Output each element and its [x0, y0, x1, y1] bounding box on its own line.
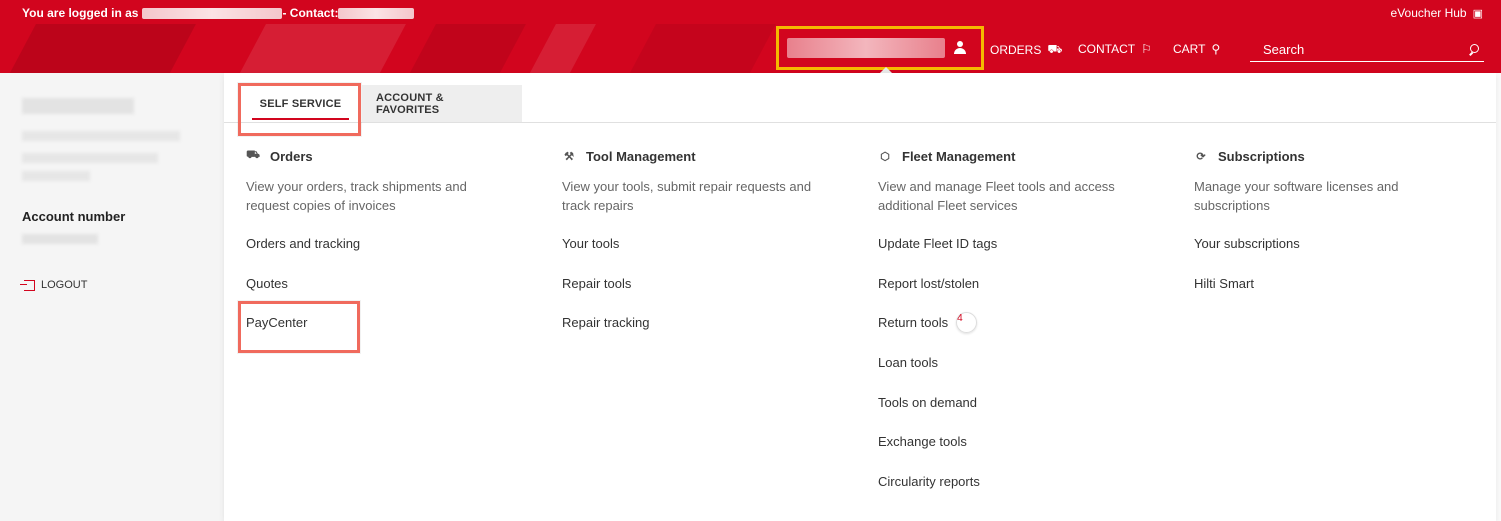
orders-description: View your orders, track shipments and re… [246, 179, 467, 213]
search-icon[interactable] [1468, 43, 1480, 56]
menu-item-exchange-tools[interactable]: Exchange tools [878, 434, 1178, 474]
account-dropdown-panel: SELF SERVICE ACCOUNT & FAVORITES ⛟ Order… [224, 73, 1496, 521]
menu-item-tools-on-demand[interactable]: Tools on demand [878, 395, 1178, 435]
nav-orders-label: ORDERS [990, 43, 1042, 57]
fleet-management-title: Fleet Management [902, 148, 1016, 164]
account-number-label: Account number [22, 209, 126, 224]
nav-contact[interactable]: CONTACT ⚐ [1078, 42, 1152, 56]
redacted-contact [338, 7, 415, 19]
top-info-bar: You are logged in as - Contact: eVoucher… [0, 0, 1501, 24]
search-input[interactable]: Search [1263, 42, 1304, 57]
search-field[interactable]: Search [1250, 38, 1484, 62]
nav-orders[interactable]: ORDERS ⛟ [990, 42, 1062, 58]
menu-item-circularity-reports[interactable]: Circularity reports [878, 474, 1178, 514]
logout-label: LOGOUT [41, 279, 88, 291]
highlight-self-service-tab [238, 83, 361, 136]
contact-text: - Contact: [282, 6, 339, 20]
menu-item-repair-tools[interactable]: Repair tools [562, 276, 862, 316]
tab-divider [224, 122, 1496, 123]
redacted-customer-name [22, 98, 134, 114]
redacted-account-name [787, 38, 945, 58]
return-tools-count-badge: 4 [956, 312, 978, 334]
fleet-management-column: ⬡ Fleet Management View and manage Fleet… [878, 147, 1178, 514]
logout-icon [20, 279, 35, 291]
tab-account-favorites-label: ACCOUNT & FAVORITES [376, 91, 444, 116]
login-status: You are logged in as - Contact: [22, 6, 415, 20]
menu-item-orders-tracking[interactable]: Orders and tracking [246, 236, 546, 276]
fleet-management-heading: ⬡ Fleet Management [878, 147, 1178, 165]
tool-management-description: View your tools, submit repair requests … [562, 179, 812, 213]
tool-management-title: Tool Management [586, 148, 696, 164]
subscriptions-title: Subscriptions [1218, 148, 1305, 164]
user-icon [953, 41, 967, 55]
evoucher-hub-link[interactable]: eVoucher Hub ▣ [1391, 6, 1483, 20]
tool-management-column: ⚒ Tool Management View your tools, submi… [562, 147, 862, 355]
menu-item-repair-tracking[interactable]: Repair tracking [562, 315, 862, 355]
hexagon-icon: ⬡ [880, 150, 890, 163]
menu-item-report-lost-stolen[interactable]: Report lost/stolen [878, 276, 1178, 316]
redacted-phone [22, 171, 90, 181]
menu-item-return-tools[interactable]: Return tools 4 [878, 312, 1178, 355]
tool-management-heading: ⚒ Tool Management [562, 147, 862, 165]
menu-item-update-fleet-id-tags[interactable]: Update Fleet ID tags [878, 236, 1178, 276]
menu-item-your-tools[interactable]: Your tools [562, 236, 862, 276]
nav-cart-label: CART [1173, 42, 1206, 56]
menu-item-loan-tools[interactable]: Loan tools [878, 355, 1178, 395]
refresh-icon: ⟳ [1196, 150, 1206, 163]
orders-heading: ⛟ Orders [246, 147, 546, 165]
redacted-email [22, 153, 158, 163]
orders-title: Orders [270, 148, 313, 164]
nav-contact-label: CONTACT [1078, 42, 1136, 56]
redacted-username [142, 7, 283, 19]
redacted-account-number [22, 234, 98, 244]
tab-account-favorites[interactable]: ACCOUNT & FAVORITES [362, 85, 522, 122]
highlight-paycenter [238, 301, 360, 353]
menu-item-hilti-smart[interactable]: Hilti Smart [1194, 276, 1494, 316]
truck-icon: ⛟ [246, 149, 260, 161]
subscriptions-column: ⟳ Subscriptions Manage your software lic… [1194, 147, 1494, 315]
evoucher-label: eVoucher Hub [1390, 6, 1467, 20]
menu-item-your-subscriptions[interactable]: Your subscriptions [1194, 236, 1494, 276]
redacted-company [22, 131, 180, 141]
account-menu-button[interactable] [776, 26, 984, 70]
cart-icon: ⚲ [1211, 42, 1221, 56]
chat-icon: ⚐ [1141, 42, 1152, 56]
nav-cart[interactable]: CART ⚲ [1173, 42, 1220, 56]
lock-icon: ▣ [1472, 7, 1483, 20]
fleet-management-description: View and manage Fleet tools and access a… [878, 179, 1115, 213]
main-header: ORDERS ⛟ CONTACT ⚐ CART ⚲ Search [0, 24, 1501, 73]
truck-icon: ⛟ [1047, 42, 1063, 56]
subscriptions-description: Manage your software licenses and subscr… [1194, 179, 1399, 213]
account-sidebar: Account number LOGOUT [0, 73, 224, 521]
drill-icon: ⚒ [564, 150, 574, 163]
logged-in-text: You are logged in as [22, 6, 139, 20]
logout-button[interactable]: LOGOUT [20, 279, 88, 291]
subscriptions-heading: ⟳ Subscriptions [1194, 147, 1494, 165]
